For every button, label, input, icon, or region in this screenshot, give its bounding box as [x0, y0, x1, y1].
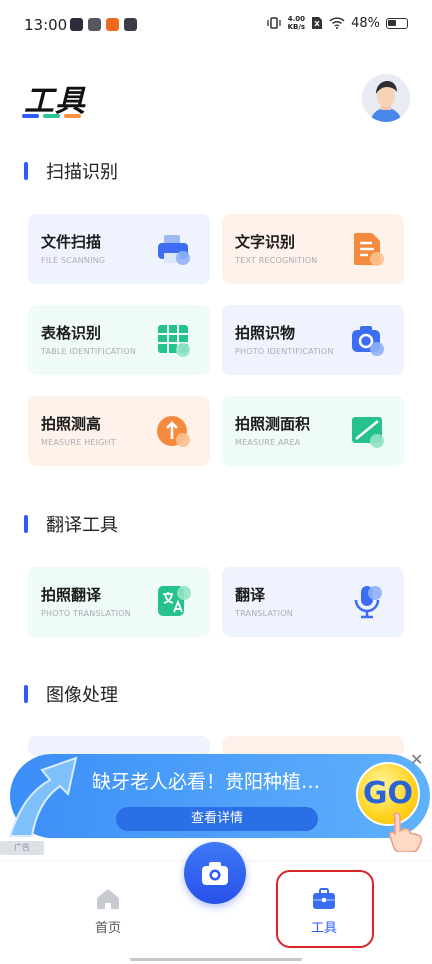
section-marker [24, 515, 28, 533]
ad-close-icon[interactable]: ✕ [410, 750, 423, 769]
card-subtitle: FILE SCANNING [41, 256, 106, 265]
ad-details-button[interactable]: 查看详情 [116, 807, 318, 831]
area-icon [352, 417, 384, 448]
card-title: 拍照翻译 [41, 586, 102, 604]
card-subtitle: PHOTO IDENTIFICATION [235, 347, 334, 356]
home-icon [97, 889, 119, 909]
user-avatar-icon [362, 74, 410, 122]
title-bar-green [43, 114, 60, 118]
camera-icon [202, 862, 228, 885]
card-table-identification[interactable]: 表格识别 TABLE IDENTIFICATION [28, 305, 210, 375]
section-title: 翻译工具 [46, 515, 118, 536]
nav-home[interactable]: 首页 [78, 888, 138, 936]
card-title: 文件扫描 [41, 233, 102, 251]
card-measure-height[interactable]: 拍照测高 MEASURE HEIGHT [28, 396, 210, 466]
card-title: 翻译 [235, 586, 266, 604]
orange-app-icon [106, 18, 119, 31]
card-subtitle: TEXT RECOGNITION [235, 256, 318, 265]
network-speed-value: 4.00 [287, 15, 305, 23]
card-title: 拍照测高 [41, 415, 102, 433]
status-bar: 13:00 4.00 KB/s 48% [0, 0, 432, 52]
section-marker [24, 685, 28, 703]
card-photo-identification[interactable]: 拍照识物 PHOTO IDENTIFICATION [222, 305, 404, 375]
card-subtitle: PHOTO TRANSLATION [41, 609, 131, 618]
play-app-icon [70, 18, 83, 31]
hand-pointer-icon [389, 812, 423, 852]
card-subtitle: TRANSLATION [235, 609, 293, 618]
title-underline [22, 114, 81, 118]
printer-icon [158, 235, 190, 265]
card-title: 拍照测面积 [235, 415, 311, 433]
translate-icon [158, 586, 191, 616]
mail-app-icon [124, 18, 137, 31]
microphone-icon [354, 586, 382, 619]
section-title: 图像处理 [46, 685, 118, 706]
card-title: 拍照识物 [235, 324, 296, 342]
network-speed-unit: KB/s [287, 23, 306, 31]
ad-headline: 缺牙老人必看！贵阳种植… [92, 771, 321, 793]
arrow-up-icon [8, 756, 78, 837]
section-scan: 扫描识别 [24, 158, 118, 184]
battery-percent: 48% [351, 15, 380, 31]
status-time: 13:00 [24, 16, 68, 34]
document-icon [354, 233, 384, 266]
card-title: 文字识别 [235, 233, 296, 251]
section-title: 扫描识别 [46, 162, 118, 183]
network-speed: 4.00 KB/s [288, 15, 305, 31]
highlight-box [276, 870, 374, 948]
no-sim-icon [312, 17, 323, 29]
card-subtitle: MEASURE HEIGHT [41, 438, 116, 447]
height-arrow-icon [157, 416, 190, 447]
home-indicator [130, 958, 302, 961]
card-image-partial-right[interactable] [222, 736, 404, 756]
card-measure-area[interactable]: 拍照测面积 MEASURE AREA [222, 396, 404, 466]
card-photo-translation[interactable]: 拍照翻译 PHOTO TRANSLATION [28, 567, 210, 637]
battery-icon [386, 17, 408, 29]
card-subtitle: TABLE IDENTIFICATION [41, 347, 137, 356]
vibrate-icon [266, 17, 281, 29]
avatar[interactable] [362, 74, 410, 122]
title-bar-orange [64, 114, 81, 118]
card-title: 表格识别 [41, 324, 102, 342]
card-translation[interactable]: 翻译 TRANSLATION [222, 567, 404, 637]
camera-search-icon [352, 326, 384, 356]
card-file-scanning[interactable]: 文件扫描 FILE SCANNING [28, 214, 210, 284]
camera-button[interactable] [184, 842, 246, 904]
nav-home-label: 首页 [94, 921, 121, 936]
section-marker [24, 162, 28, 180]
section-image: 图像处理 [24, 681, 118, 707]
card-subtitle: MEASURE AREA [235, 438, 301, 447]
ad-label: 广告 [0, 841, 44, 855]
store-app-icon [88, 18, 101, 31]
wifi-icon [329, 17, 345, 29]
table-icon [158, 325, 190, 357]
section-translate: 翻译工具 [24, 511, 118, 537]
card-text-recognition[interactable]: 文字识别 TEXT RECOGNITION [222, 214, 404, 284]
title-bar-blue [22, 114, 39, 118]
